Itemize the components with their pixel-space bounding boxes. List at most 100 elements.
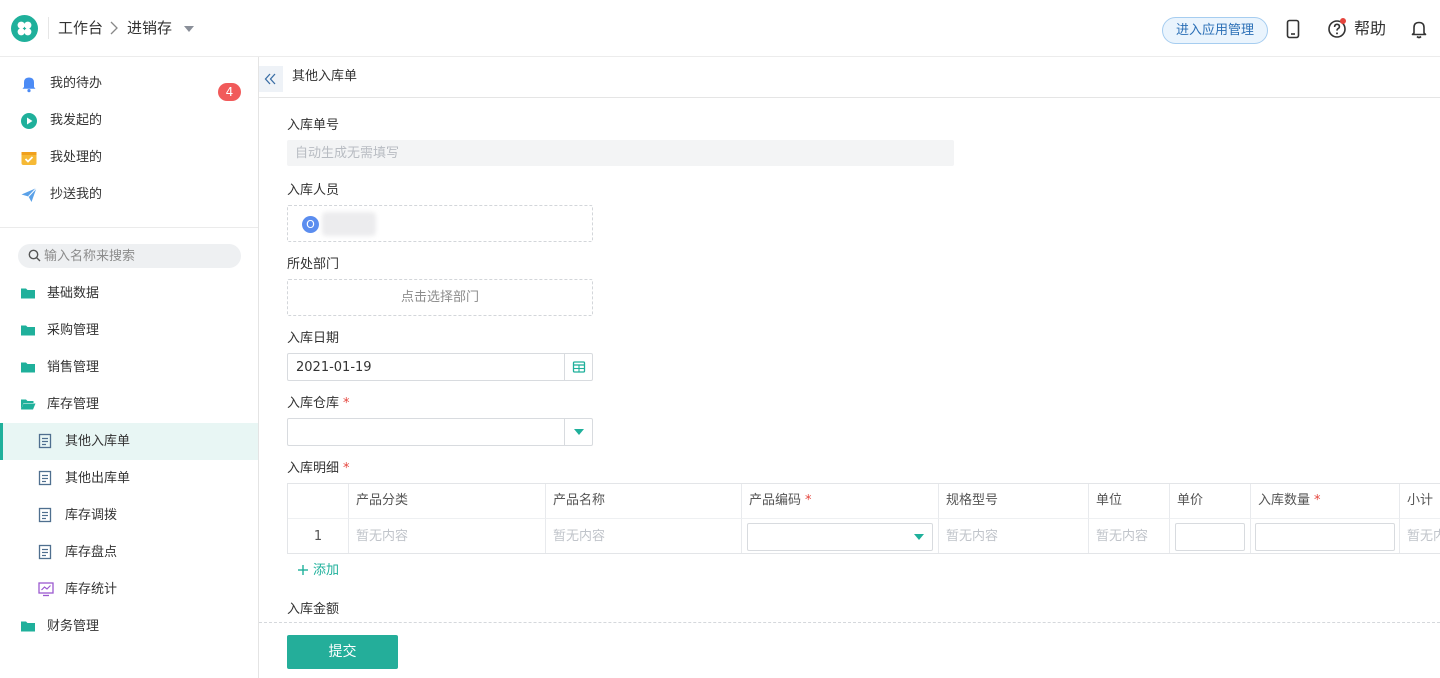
document-icon — [38, 433, 52, 449]
document-icon — [38, 544, 52, 560]
product-code-dropdown-button[interactable] — [906, 524, 932, 550]
column-label: 单位 — [1096, 493, 1123, 508]
warehouse-dropdown-button[interactable] — [564, 419, 592, 445]
sidebar-item-handled[interactable]: 我处理的 — [0, 139, 258, 176]
sidebar-item-other-inbound[interactable]: 其他入库单 — [0, 423, 258, 460]
receipt-no-label: 入库单号 — [287, 118, 340, 133]
breadcrumb-chevron-icon — [110, 21, 118, 35]
sidebar-item-label: 我发起的 — [50, 113, 103, 128]
table-header-product-name: 产品名称 — [546, 484, 742, 518]
add-row-button[interactable]: 添加 — [297, 562, 339, 580]
bell-filled-icon — [20, 75, 38, 93]
sidebar-item-label: 采购管理 — [47, 323, 100, 338]
sidebar-item-label: 库存调拨 — [65, 508, 118, 523]
plus-icon — [297, 564, 309, 576]
caret-down-icon — [914, 534, 924, 540]
todo-count-badge: 4 — [218, 83, 241, 101]
sidebar-folder-basic-data[interactable]: 基础数据 — [0, 275, 258, 312]
sidebar-item-label: 库存统计 — [65, 582, 118, 597]
page-title: 其他入库单 — [292, 69, 358, 84]
paper-plane-icon — [20, 186, 38, 204]
app-switch-caret-icon[interactable] — [184, 26, 194, 32]
column-label: 小计 — [1407, 493, 1434, 508]
caret-down-icon — [574, 429, 584, 435]
table-header-unit-price: 单价 — [1170, 484, 1251, 518]
play-circle-icon — [20, 112, 38, 130]
sidebar-divider — [0, 227, 258, 228]
double-chevron-left-icon — [264, 73, 276, 85]
cell-product-name: 暂无内容 — [546, 518, 742, 553]
calendar-button[interactable] — [564, 354, 592, 380]
sidebar-item-transfer[interactable]: 库存调拨 — [0, 497, 258, 534]
add-row-label: 添加 — [313, 563, 340, 578]
sidebar-search — [18, 244, 241, 268]
app-manage-button[interactable]: 进入应用管理 — [1162, 17, 1268, 44]
app-logo-icon[interactable] — [11, 15, 38, 42]
help-notification-dot — [1340, 18, 1346, 24]
sidebar-item-stocktake[interactable]: 库存盘点 — [0, 534, 258, 571]
sidebar-item-label: 我的待办 — [50, 76, 103, 91]
staff-label: 入库人员 — [287, 183, 340, 198]
date-field — [287, 353, 593, 381]
product-code-select[interactable] — [747, 523, 933, 551]
sidebar-item-todo[interactable]: 我的待办 4 — [0, 65, 258, 102]
quantity-input[interactable] — [1255, 523, 1395, 551]
sidebar-item-label: 我处理的 — [50, 150, 103, 165]
required-mark: * — [805, 493, 812, 508]
sidebar-item-label: 销售管理 — [47, 360, 100, 375]
sidebar-item-initiated[interactable]: 我发起的 — [0, 102, 258, 139]
sidebar-folder-inventory[interactable]: 库存管理 — [0, 386, 258, 423]
department-label: 所处部门 — [287, 257, 340, 272]
sidebar-search-input[interactable] — [44, 244, 234, 268]
title-divider — [259, 97, 1440, 98]
sidebar-item-label: 其他出库单 — [65, 471, 131, 486]
help-label[interactable]: 帮助 — [1354, 18, 1386, 40]
warehouse-select[interactable] — [287, 418, 593, 446]
sidebar-folder-finance[interactable]: 财务管理 — [0, 608, 258, 645]
amount-label: 入库金额 — [287, 602, 340, 617]
blurred-name — [322, 212, 376, 236]
sidebar-item-other-outbound[interactable]: 其他出库单 — [0, 460, 258, 497]
receipt-no-input — [287, 140, 954, 166]
receipt-no-field — [287, 140, 954, 166]
table-header-product-code: 产品编码 * — [742, 484, 939, 518]
column-label: 产品名称 — [553, 493, 606, 508]
cell-category: 暂无内容 — [349, 518, 546, 553]
breadcrumb-app[interactable]: 进销存 — [127, 18, 172, 38]
cell-unit: 暂无内容 — [1089, 518, 1170, 553]
calendar-icon — [572, 361, 586, 373]
unit-price-input[interactable] — [1175, 523, 1245, 551]
table-header-category: 产品分类 — [349, 484, 546, 518]
required-mark: * — [343, 396, 350, 411]
avatar: O — [302, 216, 319, 233]
date-label: 入库日期 — [287, 331, 340, 346]
folder-open-icon — [20, 396, 36, 412]
details-label: 入库明细 * — [287, 460, 350, 478]
column-label: 入库数量 — [1258, 493, 1311, 508]
bell-icon[interactable] — [1410, 19, 1428, 39]
required-mark: * — [343, 461, 350, 476]
mobile-icon[interactable] — [1286, 19, 1300, 39]
sidebar-folder-purchase[interactable]: 采购管理 — [0, 312, 258, 349]
breadcrumb-workbench[interactable]: 工作台 — [58, 18, 103, 38]
table-header-subtotal: 小计 — [1400, 484, 1440, 518]
folder-icon — [20, 359, 36, 375]
sidebar-folder-sales[interactable]: 销售管理 — [0, 349, 258, 386]
cell-subtotal: 暂无内容 — [1400, 518, 1440, 553]
date-input[interactable] — [288, 354, 564, 380]
form-footer — [259, 623, 1440, 678]
sidebar-item-label: 库存管理 — [47, 397, 100, 412]
department-picker[interactable]: 点击选择部门 — [287, 279, 593, 316]
staff-picker[interactable]: O — [287, 205, 593, 242]
table-header-quantity: 入库数量 * — [1251, 484, 1400, 518]
submit-button[interactable]: 提交 — [287, 635, 398, 669]
document-icon — [38, 507, 52, 523]
folder-icon — [20, 618, 36, 634]
header-divider — [48, 17, 49, 39]
cell-quantity — [1251, 518, 1400, 553]
required-mark: * — [1314, 493, 1321, 508]
sidebar-item-cc[interactable]: 抄送我的 — [0, 176, 258, 213]
sidebar-collapse-button[interactable] — [259, 66, 283, 92]
sidebar-item-stock-stats[interactable]: 库存统计 — [0, 571, 258, 608]
cell-unit-price — [1170, 518, 1251, 553]
